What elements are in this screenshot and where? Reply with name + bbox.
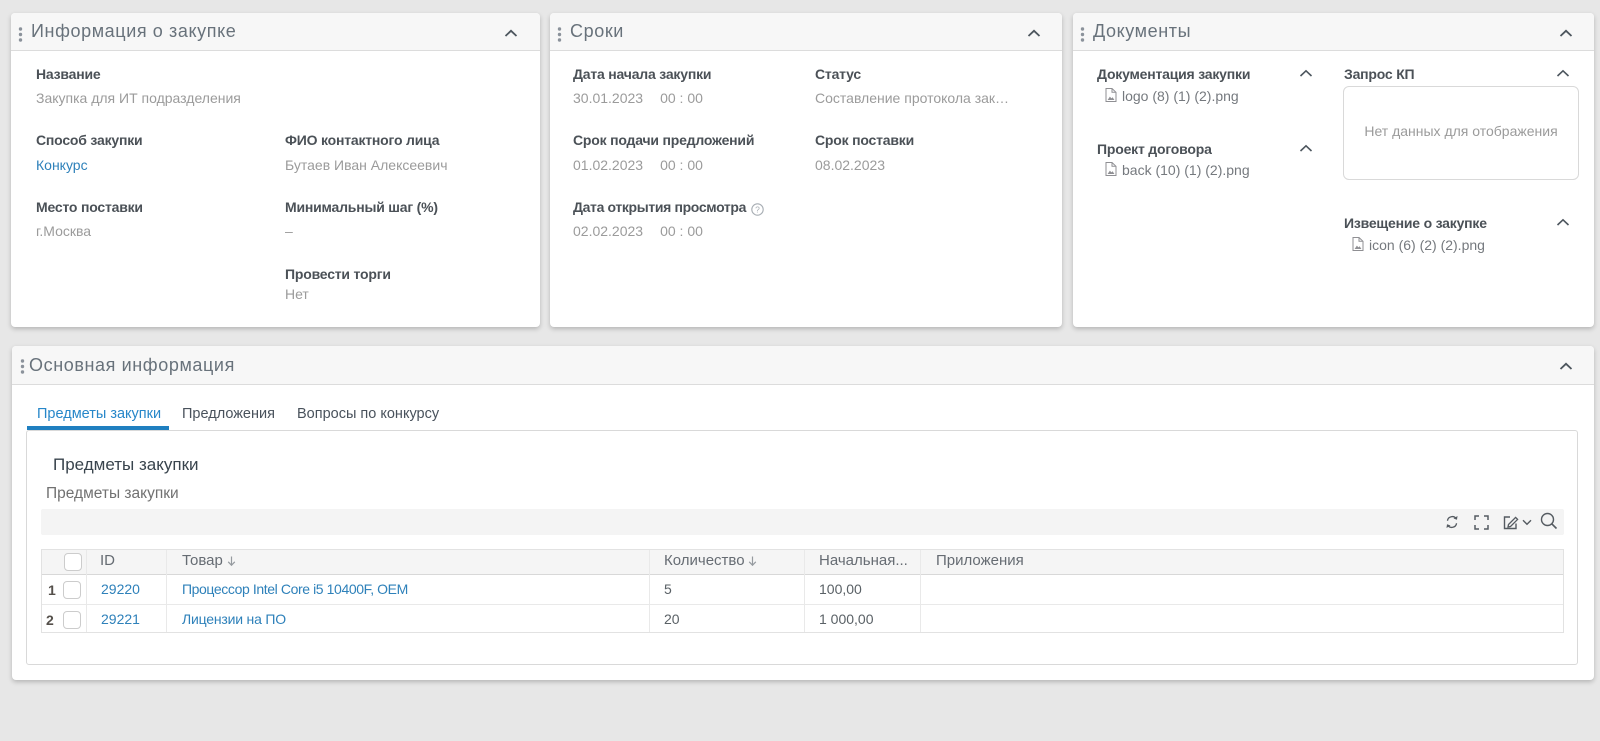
svg-text:?: ? [755, 204, 760, 214]
